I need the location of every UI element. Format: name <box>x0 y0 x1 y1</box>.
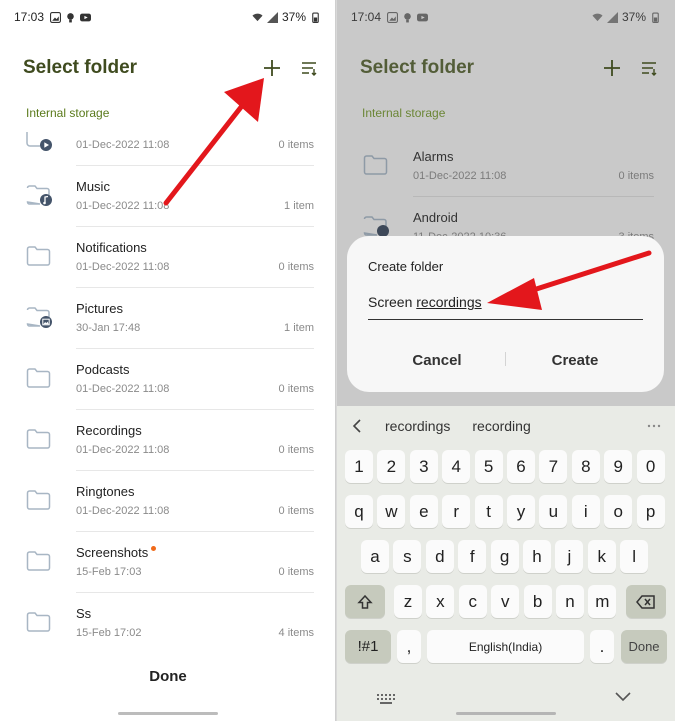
right-screen: 17:04 37% Select folder Internal storage… <box>337 0 675 721</box>
left-screen: 17:03 37% Select folder Internal storage… <box>0 0 336 721</box>
annotation-arrow-icon <box>163 78 264 206</box>
annotation-arrow-icon <box>487 250 652 310</box>
